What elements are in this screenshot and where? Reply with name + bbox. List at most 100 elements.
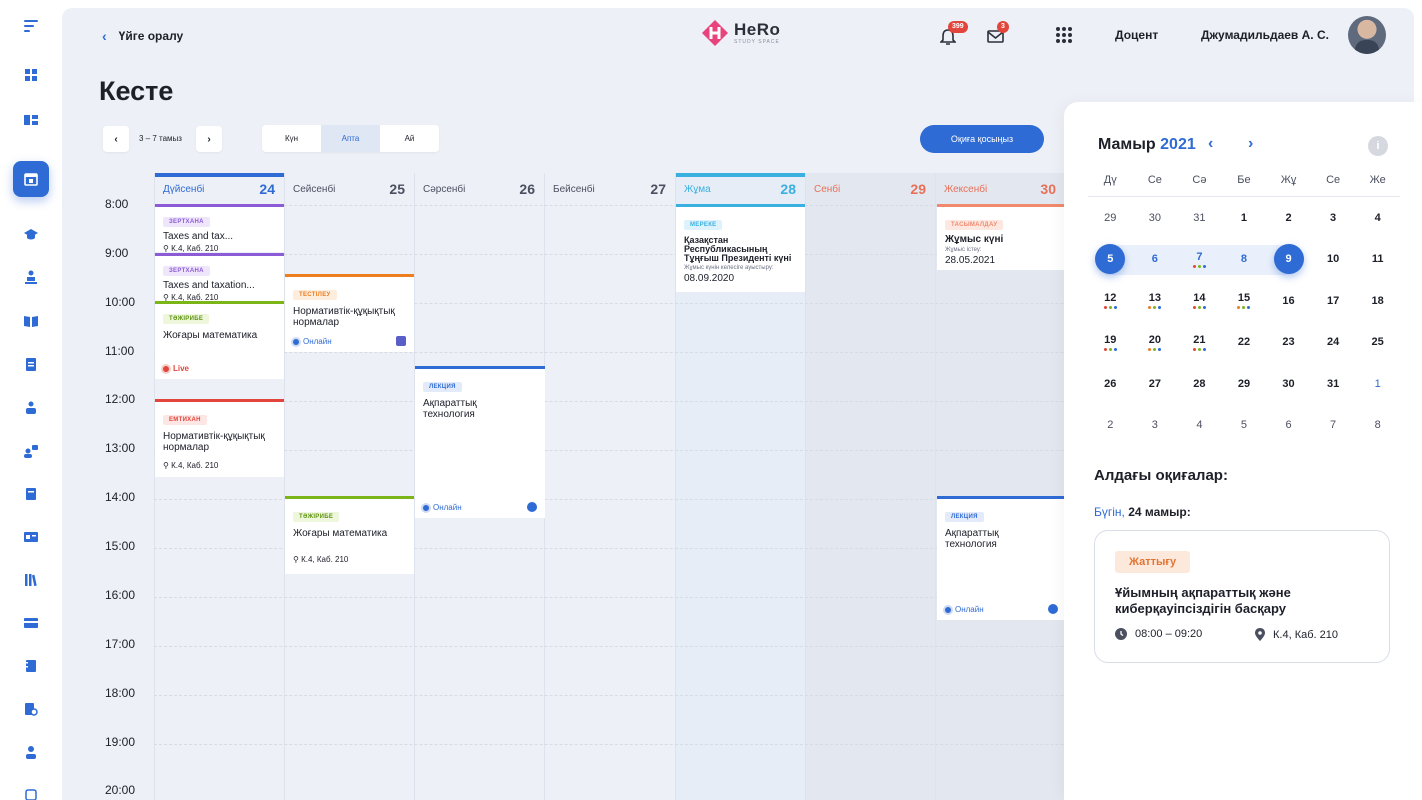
menu-icon[interactable] bbox=[13, 8, 49, 44]
notebook-icon[interactable] bbox=[13, 648, 49, 684]
calendar-day[interactable]: 10 bbox=[1311, 244, 1356, 274]
calendar-icon[interactable] bbox=[13, 161, 49, 197]
calendar-day[interactable]: 31 bbox=[1177, 203, 1222, 233]
calendar-day[interactable]: 6 bbox=[1266, 410, 1311, 440]
calendar-day[interactable]: 5 bbox=[1222, 410, 1267, 440]
zoom-icon[interactable] bbox=[527, 502, 537, 512]
event-title: Жоғары математика bbox=[163, 330, 258, 341]
calendar-day[interactable]: 3 bbox=[1311, 203, 1356, 233]
calendar-day[interactable]: 2 bbox=[1266, 203, 1311, 233]
event-card[interactable]: ЛЕКЦИЯ Ақпараттық технология Онлайн bbox=[415, 366, 545, 518]
calendar-day[interactable]: 30 bbox=[1266, 369, 1311, 399]
event-status: Онлайн bbox=[433, 503, 462, 512]
event-card[interactable]: ЛЕКЦИЯ Ақпараттық технология Онлайн bbox=[937, 496, 1066, 620]
day-number: 30 bbox=[1040, 181, 1056, 197]
view-week-tab[interactable]: Апта bbox=[321, 125, 380, 152]
clipboard-icon[interactable] bbox=[13, 346, 49, 382]
back-home-link[interactable]: ‹ Үйге оралу bbox=[102, 28, 183, 44]
next-week-button[interactable]: › bbox=[196, 126, 222, 152]
calendar-day[interactable]: 27 bbox=[1133, 369, 1178, 399]
calendar-day[interactable]: 29 bbox=[1222, 369, 1267, 399]
settings-icon[interactable] bbox=[13, 777, 49, 800]
upcoming-event-card[interactable]: Жаттығу Ұйымның ақпараттық және киберқау… bbox=[1094, 530, 1390, 663]
teams-icon[interactable] bbox=[396, 336, 406, 346]
calendar-day[interactable]: 1 bbox=[1355, 369, 1400, 399]
event-card[interactable]: ЗЕРТХАНА Taxes and taxation... ⚲ К.4, Ка… bbox=[155, 253, 284, 302]
calendar-day[interactable]: 2 bbox=[1088, 410, 1133, 440]
chat-user-icon[interactable] bbox=[13, 433, 49, 469]
view-day-tab[interactable]: Күн bbox=[262, 125, 321, 152]
calendar-day[interactable]: 3 bbox=[1133, 410, 1178, 440]
calendar-day[interactable]: 21 bbox=[1177, 327, 1222, 357]
calendar-day[interactable]: 24 bbox=[1311, 327, 1356, 357]
logo[interactable]: HeRo STUDY SPACE bbox=[700, 18, 780, 48]
graduation-cap-icon[interactable] bbox=[13, 216, 49, 252]
calendar-day[interactable]: 8 bbox=[1222, 244, 1267, 274]
event-card[interactable]: МЕРЕКЕ Қазақстан Республикасының Тұңғыш … bbox=[676, 204, 805, 292]
calendar-day[interactable]: 25 bbox=[1355, 327, 1400, 357]
calendar-day[interactable]: 26 bbox=[1088, 369, 1133, 399]
calendar-day[interactable]: 23 bbox=[1266, 327, 1311, 357]
calendar-day[interactable]: 9 bbox=[1266, 244, 1311, 275]
calendar-day[interactable]: 7 bbox=[1177, 244, 1222, 274]
library-icon[interactable] bbox=[13, 562, 49, 598]
day-name: Жексенбі bbox=[944, 183, 988, 195]
card-icon[interactable] bbox=[13, 605, 49, 641]
next-month-icon[interactable]: › bbox=[1248, 135, 1253, 153]
event-card[interactable]: ТӘЖІРИБЕ Жоғары математика ⚲ К.4, Каб. 2… bbox=[285, 496, 414, 574]
calendar-day[interactable]: 15 bbox=[1222, 286, 1267, 316]
event-card[interactable]: ЗЕРТХАНА Taxes and tax... ⚲ К.4, Каб. 21… bbox=[155, 204, 284, 253]
calendar-day[interactable]: 17 bbox=[1311, 286, 1356, 316]
calendar-day[interactable]: 16 bbox=[1266, 286, 1311, 316]
calendar-day[interactable]: 8 bbox=[1355, 410, 1400, 440]
calendar-day[interactable]: 14 bbox=[1177, 286, 1222, 316]
calendar-day[interactable]: 20 bbox=[1133, 327, 1178, 357]
calendar-day[interactable]: 4 bbox=[1355, 203, 1400, 233]
calendar-day[interactable]: 13 bbox=[1133, 286, 1178, 316]
calendar-day[interactable]: 5 bbox=[1088, 244, 1133, 275]
calendar-day[interactable]: 22 bbox=[1222, 327, 1267, 357]
day-header: Жексенбі 30 bbox=[936, 173, 1065, 205]
students-icon[interactable] bbox=[13, 390, 49, 426]
view-month-tab[interactable]: Ай bbox=[380, 125, 439, 152]
event-card[interactable]: ТАСЫМАЛДАУ Жұмыс күні Жұмыс істеу: 28.05… bbox=[937, 204, 1066, 270]
event-card[interactable]: ЕМТИХАН Нормативтік-құқықтық нормалар ⚲ … bbox=[155, 399, 284, 477]
book-open-icon[interactable] bbox=[13, 303, 49, 339]
document-search-icon[interactable] bbox=[13, 691, 49, 727]
calendar-day[interactable]: 12 bbox=[1088, 286, 1133, 316]
calendar-day[interactable]: 4 bbox=[1177, 410, 1222, 440]
board-icon[interactable] bbox=[13, 102, 49, 138]
online-indicator: Онлайн bbox=[293, 337, 332, 346]
weekday-label: Се bbox=[1326, 174, 1341, 186]
calendar-day[interactable]: 7 bbox=[1311, 410, 1356, 440]
calendar-day[interactable]: 19 bbox=[1088, 327, 1133, 357]
add-event-button[interactable]: Оқиға қосыңыз bbox=[920, 125, 1044, 153]
calendar-day[interactable]: 29 bbox=[1088, 203, 1133, 233]
avatar[interactable] bbox=[1348, 16, 1386, 54]
calendar-day[interactable]: 18 bbox=[1355, 286, 1400, 316]
info-icon[interactable]: i bbox=[1368, 136, 1388, 156]
teacher-icon[interactable] bbox=[13, 259, 49, 295]
user-icon[interactable] bbox=[13, 734, 49, 770]
zoom-icon[interactable] bbox=[1048, 604, 1058, 614]
user-name[interactable]: Джумадильдаев А. С. bbox=[1201, 28, 1329, 42]
calendar-day[interactable]: 28 bbox=[1177, 369, 1222, 399]
calendar-day[interactable]: 30 bbox=[1133, 203, 1178, 233]
event-card[interactable]: ТӘЖІРИБЕ Жоғары математика Live bbox=[155, 301, 284, 379]
day-number: 20 bbox=[1148, 333, 1161, 346]
event-card[interactable]: ТЕСТІЛЕУ Нормативтік-құқықтық нормалар О… bbox=[285, 274, 414, 352]
online-dot-icon bbox=[423, 504, 429, 511]
id-card-icon[interactable] bbox=[13, 519, 49, 555]
calendar-day[interactable]: 11 bbox=[1355, 244, 1400, 274]
edit-document-icon[interactable] bbox=[13, 476, 49, 512]
event-note: Жұмыс істеу: bbox=[945, 247, 982, 253]
dashboard-icon[interactable] bbox=[13, 57, 49, 93]
prev-month-icon[interactable]: ‹ bbox=[1208, 135, 1213, 153]
calendar-day[interactable]: 6 bbox=[1133, 244, 1178, 274]
calendar-day[interactable]: 1 bbox=[1222, 203, 1267, 233]
messages-button[interactable]: 3 bbox=[987, 21, 1009, 46]
calendar-day[interactable]: 31 bbox=[1311, 369, 1356, 399]
apps-grid-icon[interactable] bbox=[1056, 27, 1072, 43]
notifications-button[interactable]: 399 bbox=[939, 21, 968, 46]
prev-week-button[interactable]: ‹ bbox=[103, 126, 129, 152]
